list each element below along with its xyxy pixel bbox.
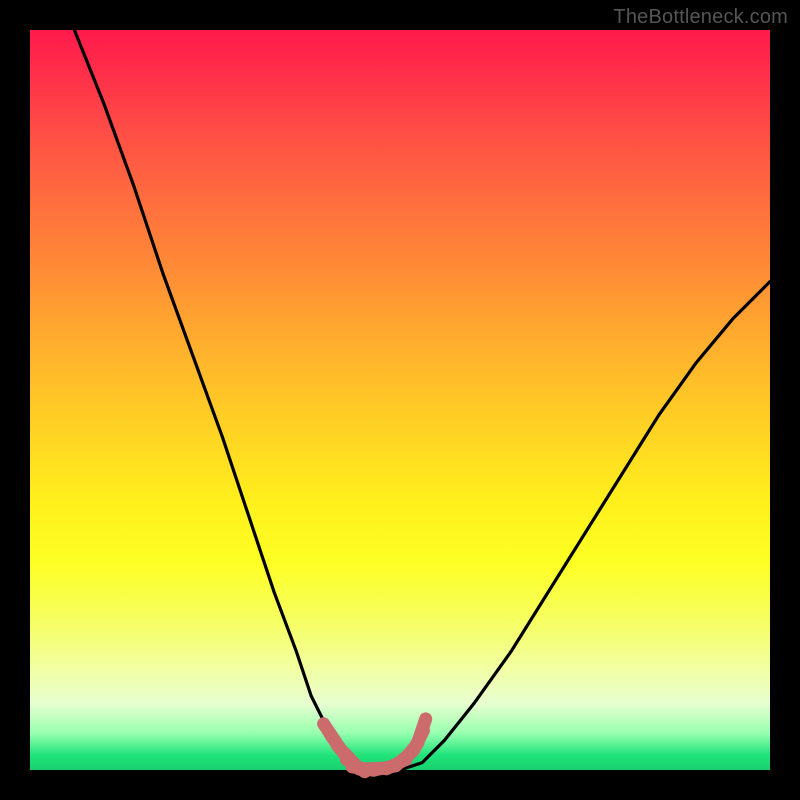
chart-frame: TheBottleneck.com	[0, 0, 800, 800]
watermark-text: TheBottleneck.com	[613, 6, 788, 29]
trough-markers	[324, 719, 426, 772]
trough-marker	[419, 719, 426, 740]
plot-area	[30, 30, 770, 770]
curve-svg	[30, 30, 770, 770]
bottleneck-curve	[74, 30, 770, 770]
